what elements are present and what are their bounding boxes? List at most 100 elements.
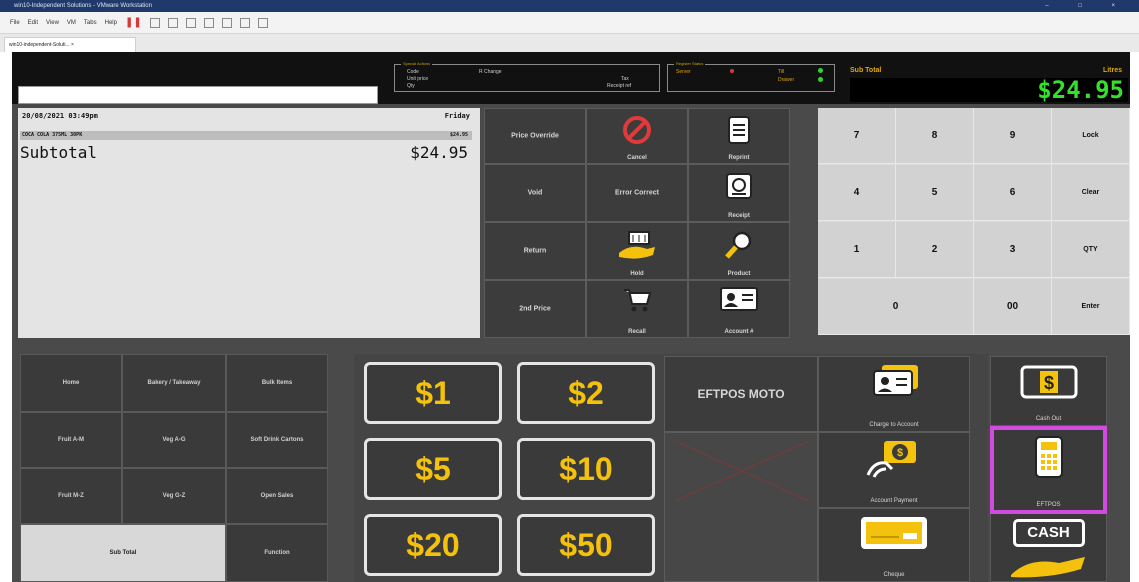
cash-50-button[interactable]: $50: [517, 514, 655, 576]
button-label: Sub Total: [109, 550, 137, 556]
enter-key[interactable]: Enter: [1052, 279, 1130, 335]
key-0[interactable]: 0: [818, 279, 974, 335]
menu-help[interactable]: Help: [105, 20, 117, 26]
eftpos-highlight-box: [990, 426, 1107, 514]
dept-bulk-button[interactable]: Bulk Items: [226, 354, 328, 412]
cash-1-button[interactable]: $1: [364, 362, 502, 424]
empty-tender-slot: [664, 432, 818, 582]
key-00[interactable]: 00: [974, 279, 1052, 335]
unity-icon[interactable]: [221, 17, 232, 28]
dept-fruit-am-button[interactable]: Fruit A-M: [20, 412, 122, 468]
fullscreen-icon[interactable]: [203, 17, 214, 28]
account-number-button[interactable]: Account #: [688, 280, 790, 338]
key-9[interactable]: 9: [974, 108, 1052, 164]
cash-out-dollar-glyph: $: [1043, 373, 1053, 393]
dept-veg-gz-button[interactable]: Veg G-Z: [122, 468, 226, 524]
cancel-icon: [622, 115, 652, 147]
key-1[interactable]: 1: [818, 222, 896, 278]
stretch-icon[interactable]: [257, 17, 268, 28]
info-line: Unit price: [407, 76, 429, 82]
eftpos-moto-button[interactable]: EFTPOS MOTO: [664, 356, 818, 432]
key-8[interactable]: 8: [896, 108, 974, 164]
return-button[interactable]: Return: [484, 222, 586, 280]
error-correct-button[interactable]: Error Correct: [586, 164, 688, 222]
dept-home-button[interactable]: Home: [20, 354, 122, 412]
recall-button[interactable]: Recall: [586, 280, 688, 338]
receipt-day: Friday: [444, 112, 470, 120]
button-label: Reprint: [728, 155, 750, 161]
void-button[interactable]: Void: [484, 164, 586, 222]
cheque-button[interactable]: Cheque: [818, 508, 970, 582]
manage-snapshots-icon[interactable]: [185, 17, 196, 28]
vm-tab[interactable]: win10-independent-Soluti... ×: [4, 37, 136, 52]
info-line: Qty: [407, 83, 415, 89]
cash-2-button[interactable]: $2: [517, 362, 655, 424]
info-line: Code: [407, 69, 419, 75]
key-5[interactable]: 5: [896, 165, 974, 221]
receipt-datetime: 20/08/2021 03:49pm: [22, 112, 98, 120]
key-7[interactable]: 7: [818, 108, 896, 164]
dept-bakery-button[interactable]: Bakery / Takeaway: [122, 354, 226, 412]
info-panel-title: Register Status: [674, 61, 706, 66]
dept-veg-ag-button[interactable]: Veg A-G: [122, 412, 226, 468]
receipt-subtotal-label: Subtotal: [20, 143, 98, 162]
dept-open-sales-button[interactable]: Open Sales: [226, 468, 328, 524]
cart-icon: [622, 287, 652, 315]
button-label: Hold: [630, 271, 644, 277]
button-label: Home: [62, 380, 80, 386]
button-label: Fruit M-Z: [58, 493, 84, 499]
subtotal-label: Sub Total: [850, 67, 882, 74]
payment-hand-icon: $: [864, 439, 924, 481]
window-controls[interactable]: – □ ×: [1045, 0, 1129, 12]
cash-button[interactable]: CASH: [990, 512, 1107, 582]
clear-key[interactable]: Clear: [1052, 165, 1130, 221]
menu-file[interactable]: File: [10, 20, 20, 26]
key-3[interactable]: 3: [974, 222, 1052, 278]
revert-icon[interactable]: [167, 17, 178, 28]
status-green-dot: [818, 77, 823, 82]
hold-button[interactable]: Hold: [586, 222, 688, 280]
price-override-button[interactable]: Price Override: [484, 108, 586, 164]
receipt-item-row[interactable]: [20, 131, 472, 140]
key-4[interactable]: 4: [818, 165, 896, 221]
sub-total-button[interactable]: Sub Total: [20, 524, 226, 582]
qty-key[interactable]: QTY: [1052, 222, 1130, 278]
barcode-input[interactable]: [18, 86, 378, 104]
pos-screen: Special Actions Code R Change Unit price…: [12, 52, 1130, 582]
menu-view[interactable]: View: [46, 20, 59, 26]
cash-10-button[interactable]: $10: [517, 438, 655, 500]
account-payment-button[interactable]: $ Account Payment: [818, 432, 970, 508]
dept-soft-drink-button[interactable]: Soft Drink Cartons: [226, 412, 328, 468]
charge-to-account-button[interactable]: Charge to Account: [818, 356, 970, 432]
menu-edit[interactable]: Edit: [28, 20, 38, 26]
reprint-button[interactable]: Reprint: [688, 108, 790, 164]
console-view-icon[interactable]: [239, 17, 250, 28]
menu-vm[interactable]: VM: [67, 20, 76, 26]
button-label: EFTPOS MOTO: [697, 387, 785, 401]
numeric-keypad: 7 8 9 Lock 4 5 6 Clear 1 2 3 QTY 0 00 En…: [818, 108, 1130, 335]
button-label: Error Correct: [615, 189, 659, 197]
info-line: Tax: [621, 76, 629, 82]
key-6[interactable]: 6: [974, 165, 1052, 221]
snapshot-icon[interactable]: [149, 17, 160, 28]
cash-out-button[interactable]: $ Cash Out: [990, 356, 1107, 426]
second-price-button[interactable]: 2nd Price: [484, 280, 586, 338]
info-panel-status: Register Status Server Till Drawer: [667, 61, 835, 92]
button-label: Charge to Account: [869, 422, 919, 428]
window-title: win10-Independent Solutions - VMware Wor…: [14, 3, 152, 9]
receipt-button[interactable]: Receipt: [688, 164, 790, 222]
button-label: Cash Out: [1035, 416, 1062, 422]
cancel-button[interactable]: Cancel: [586, 108, 688, 164]
lock-key[interactable]: Lock: [1052, 108, 1130, 164]
button-label: Bulk Items: [261, 380, 293, 386]
cash-label: CASH: [1012, 519, 1085, 547]
cash-20-button[interactable]: $20: [364, 514, 502, 576]
cart-hand-icon: [617, 229, 657, 263]
dept-fruit-mz-button[interactable]: Fruit M-Z: [20, 468, 122, 524]
product-button[interactable]: Product: [688, 222, 790, 280]
function-button[interactable]: Function: [226, 524, 328, 582]
cash-5-button[interactable]: $5: [364, 438, 502, 500]
menu-tabs[interactable]: Tabs: [84, 20, 97, 26]
key-2[interactable]: 2: [896, 222, 974, 278]
pause-icon[interactable]: ❚❚: [125, 17, 142, 28]
